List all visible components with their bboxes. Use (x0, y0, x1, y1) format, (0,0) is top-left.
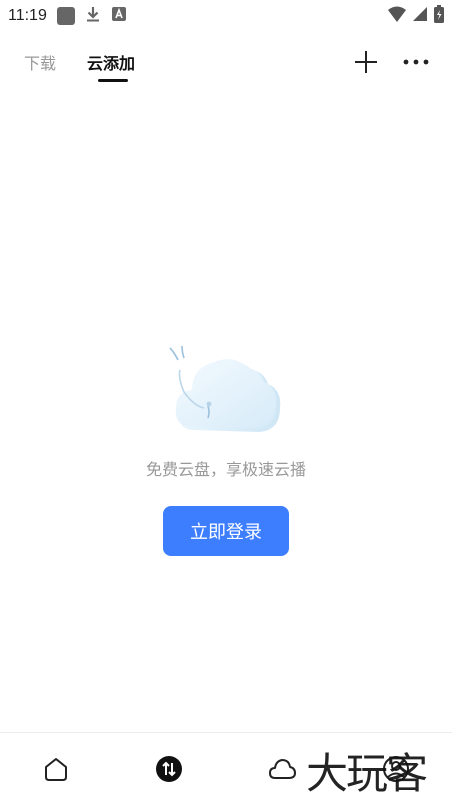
profile-icon (383, 756, 409, 782)
nav-home[interactable] (40, 753, 72, 785)
cloud-illustration (164, 342, 288, 438)
a-badge-icon (111, 6, 127, 26)
status-bar: 11:19 (0, 0, 452, 32)
plus-icon (355, 51, 377, 73)
transfer-icon (156, 756, 182, 782)
nav-cloud[interactable] (266, 753, 298, 785)
login-button[interactable]: 立即登录 (163, 506, 289, 556)
square-icon (56, 7, 75, 25)
signal-icon (412, 6, 428, 26)
empty-state-message: 免费云盘，享极速云播 (145, 460, 306, 479)
nav-transfer[interactable] (153, 753, 185, 785)
wifi-icon (388, 6, 406, 26)
cloud-icon (269, 759, 296, 779)
top-tabs: 下载 云添加 (0, 44, 452, 84)
home-icon (45, 758, 67, 781)
status-time: 11:19 (8, 7, 47, 24)
more-icon (403, 59, 429, 65)
tab-download[interactable]: 下载 (24, 50, 56, 74)
tab-cloud-add[interactable]: 云添加 (87, 50, 135, 74)
add-button[interactable] (352, 48, 380, 76)
status-left-icons (56, 5, 127, 27)
battery-icon (434, 5, 444, 27)
active-tab-indicator (98, 79, 128, 82)
nav-profile[interactable] (380, 753, 412, 785)
status-right-icons (388, 5, 444, 27)
more-button[interactable] (400, 48, 432, 76)
bottom-nav (0, 733, 452, 805)
download-icon (85, 5, 101, 27)
